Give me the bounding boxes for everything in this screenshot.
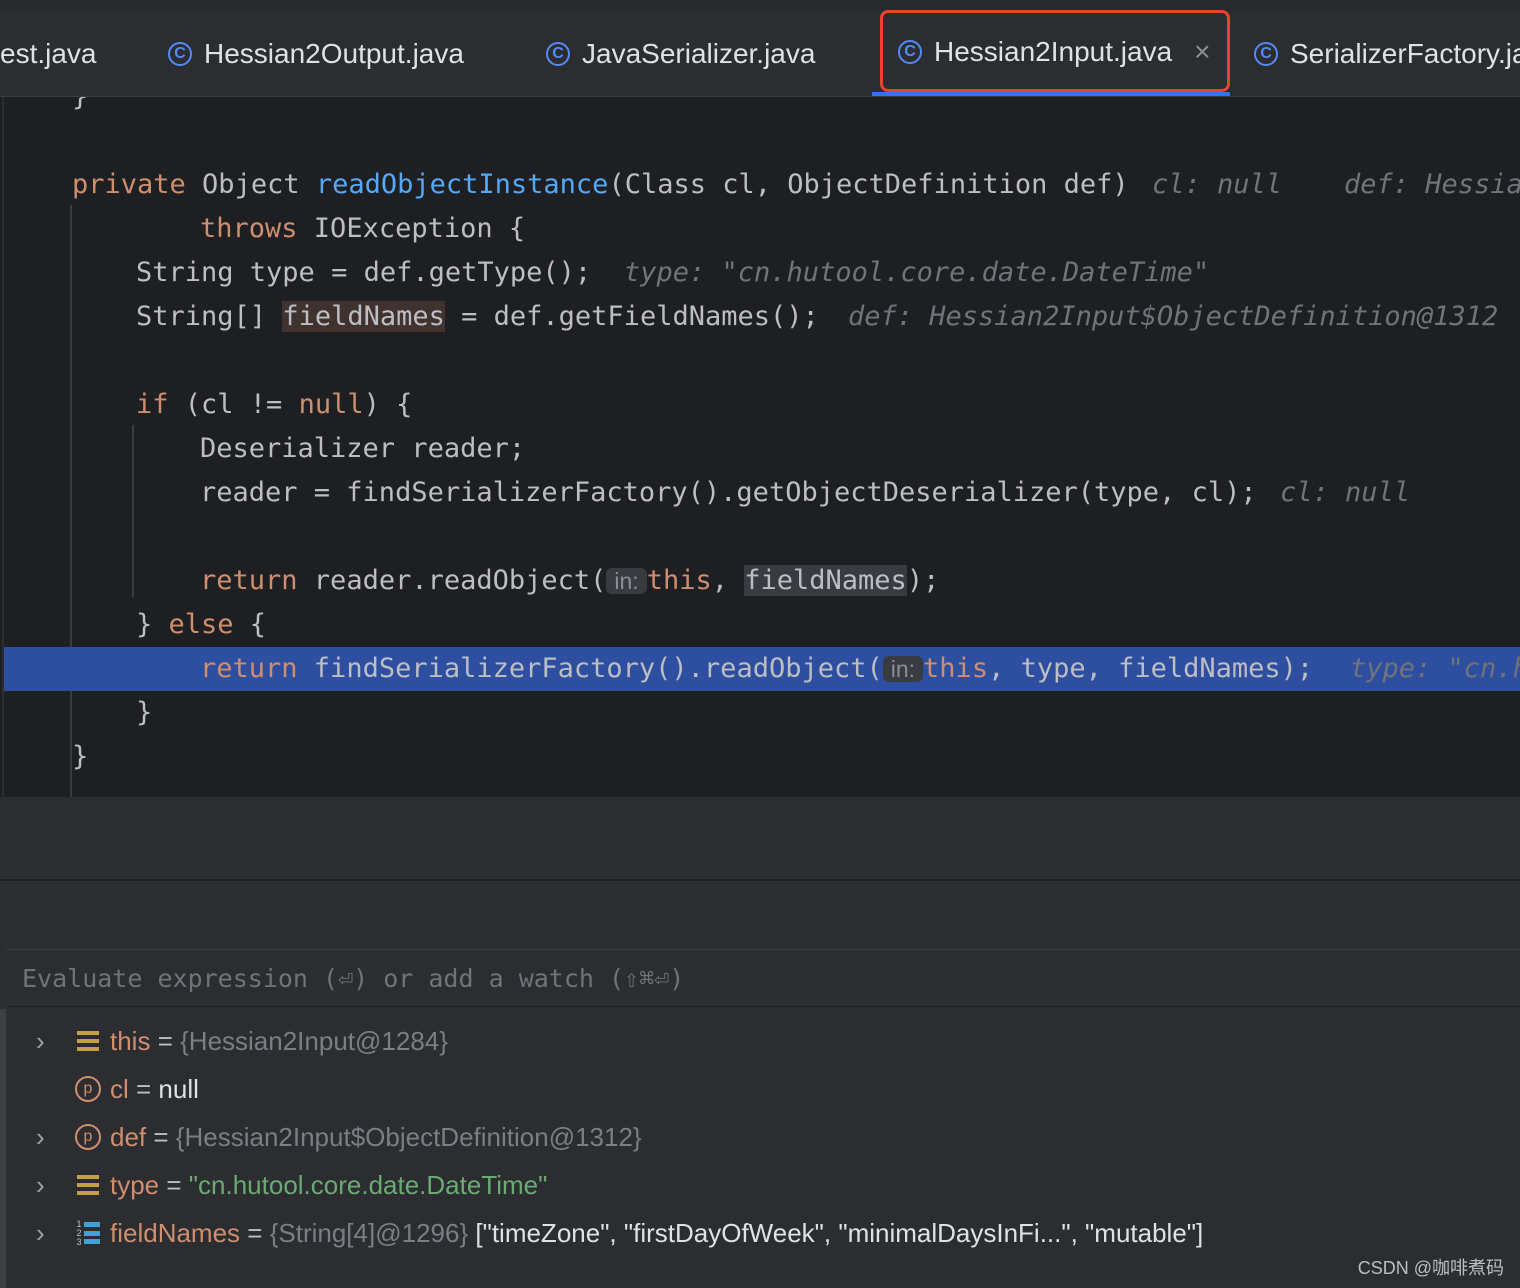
variable-row-cl[interactable]: p cl = null (0, 1065, 1520, 1113)
variable-value: {Hessian2Input@1284} (180, 1025, 448, 1056)
variable-row-this[interactable]: › this = {Hessian2Input@1284} (0, 1017, 1520, 1065)
variable-value: {Hessian2Input$ObjectDefinition@1312} (175, 1121, 642, 1152)
inline-hint: cl: null (1152, 169, 1283, 200)
class-icon: C (546, 42, 570, 66)
code-line: Deserializer reader; (200, 433, 526, 464)
debug-variables-panel: Evaluate expression (⏎) or add a watch (… (0, 949, 1520, 1288)
variable-value: null (158, 1073, 199, 1104)
parameter-hint: in: (882, 656, 924, 682)
variable-value: "cn.hutool.core.date.DateTime" (188, 1169, 548, 1200)
parameter-icon: p (74, 1075, 102, 1103)
class-icon: C (1254, 42, 1278, 66)
variable-name: this (110, 1025, 151, 1056)
field-icon (74, 1027, 102, 1055)
variable-value-preview: ["timeZone", "firstDayOfWeek", "minimalD… (468, 1217, 1204, 1248)
field-icon (74, 1171, 102, 1199)
variable-name: cl (110, 1073, 129, 1104)
variable-value: {String[4]@1296} (269, 1217, 469, 1248)
chevron-right-icon[interactable]: › (36, 1170, 45, 1201)
code-line: } (0, 97, 1520, 119)
tab-javaserializer[interactable]: C JavaSerializer.java (546, 12, 815, 96)
variable-name: type (110, 1169, 160, 1200)
code-content: } private Object readObjectInstance(Clas… (0, 97, 1520, 772)
code-line: throws IOException { (200, 213, 526, 244)
debug-toolbar-area (0, 880, 1520, 949)
tab-label: est.java (0, 38, 97, 69)
empty-panel (0, 797, 1520, 879)
inline-hint: type: "cn.hutool.core.date.DateTime" (624, 257, 1210, 288)
evaluate-expression-input[interactable]: Evaluate expression (⏎) or add a watch (… (6, 949, 1520, 1007)
tab-serializerfactory[interactable]: C SerializerFactory.ja (1254, 12, 1520, 96)
code-line: reader = findSerializerFactory().getObje… (0, 471, 1520, 515)
code-line: } (72, 741, 89, 772)
parameter-hint: in: (606, 568, 647, 594)
code-line: } else { (136, 609, 267, 640)
inline-hint: cl: null (1280, 477, 1411, 508)
chevron-right-icon[interactable]: › (36, 1218, 45, 1249)
variable-row-fieldnames[interactable]: › 123 fieldNames = {String[4]@1296} ["ti… (0, 1209, 1520, 1257)
code-editor[interactable]: } private Object readObjectInstance(Clas… (0, 97, 1520, 797)
inline-hint: def: Hessia (1344, 169, 1520, 200)
chevron-right-icon[interactable]: › (36, 1026, 45, 1057)
code-line: return reader.readObject(in: this, fieldN… (200, 565, 940, 596)
variable-row-type[interactable]: › type = "cn.hutool.core.date.DateTime" (0, 1161, 1520, 1209)
parameter-icon: p (74, 1123, 102, 1151)
code-line: } (136, 697, 153, 728)
class-icon: C (168, 42, 192, 66)
array-icon: 123 (74, 1219, 102, 1247)
method-name: readObjectInstance (315, 169, 609, 200)
code-line: String[] fieldNames = def.getFieldNames(… (0, 295, 1520, 339)
tab-hessian2input[interactable]: C Hessian2Input.java × (872, 12, 1230, 96)
variable-name: def (110, 1121, 147, 1152)
inline-hint: def: Hessian2Input$ObjectDefinition@1312 (848, 301, 1499, 332)
chevron-right-icon[interactable]: › (36, 1122, 45, 1153)
tab-label: SerializerFactory.ja (1290, 38, 1520, 69)
tab-label: JavaSerializer.java (582, 38, 816, 69)
tab-label: Hessian2Output.java (204, 38, 464, 69)
class-icon: C (898, 40, 922, 64)
variable-name: fieldNames (110, 1217, 241, 1248)
variable-row-def[interactable]: › p def = {Hessian2Input$ObjectDefinitio… (0, 1113, 1520, 1161)
tab-bar-top-strip (0, 0, 1520, 12)
code-line: private Object readObjectInstance(Class … (0, 163, 1520, 207)
tab-test-java[interactable]: est.java (0, 12, 97, 96)
close-icon[interactable]: × (1194, 36, 1210, 68)
tab-label: Hessian2Input.java (934, 36, 1173, 67)
highlighted-identifier: fieldNames (282, 301, 445, 332)
watermark: CSDN @咖啡煮码 (1357, 1258, 1504, 1278)
editor-tab-bar: est.java C Hessian2Output.java C JavaSer… (0, 0, 1520, 97)
tab-hessian2output[interactable]: C Hessian2Output.java (168, 12, 464, 96)
code-line: String type = def.getType(); type: "cn.h… (0, 251, 1520, 295)
highlighted-identifier: fieldNames (744, 565, 907, 596)
current-execution-line: return findSerializerFactory().readObjec… (4, 647, 1520, 691)
inline-hint: type: "cn.h (1350, 653, 1520, 684)
code-line: if (cl != null) { (136, 389, 413, 420)
